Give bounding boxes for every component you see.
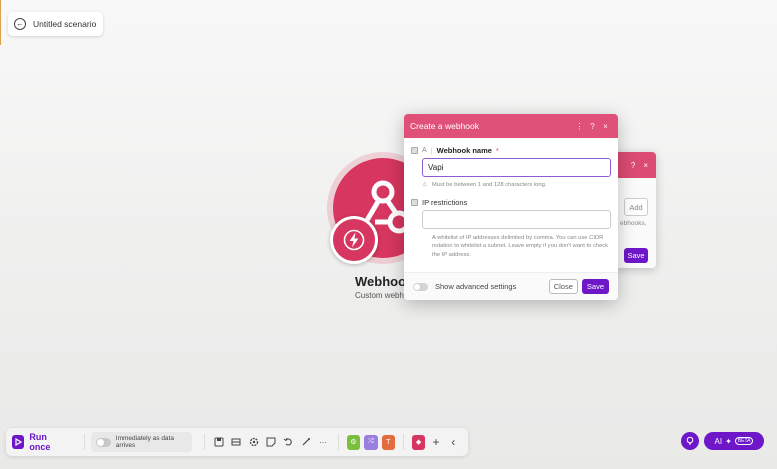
webhook-name-label-row: A | Webhook name * — [411, 146, 499, 155]
scenario-title[interactable]: Untitled scenario — [33, 19, 96, 29]
router-tool[interactable]: ⤮ — [364, 434, 378, 450]
required-mark: * — [495, 146, 499, 155]
advanced-settings-toggle[interactable] — [413, 282, 428, 291]
advanced-settings-label: Show advanced settings — [435, 282, 517, 291]
templates-icon[interactable] — [229, 434, 243, 450]
toolbar-divider — [337, 434, 339, 450]
undo-icon[interactable] — [281, 434, 295, 450]
close-icon[interactable]: × — [599, 122, 612, 131]
webhook-name-hint: Must be between 1 and 128 characters lon… — [432, 182, 547, 188]
canvas-edge-marker — [0, 0, 1, 45]
save-button[interactable]: Save — [581, 279, 609, 294]
webhook-name-input[interactable]: Vapi — [422, 158, 611, 177]
text-tool[interactable]: T — [381, 434, 395, 450]
save-icon[interactable] — [212, 434, 226, 450]
bottom-toolbar: Run once Immediately as data arrives ···… — [6, 428, 468, 456]
play-icon — [12, 435, 25, 449]
toolbar-divider — [402, 434, 404, 450]
dialog-header: Create a webhook ⋮ ? × — [404, 114, 618, 138]
sparkle-icon: ✦ — [725, 436, 732, 446]
background-save-button[interactable]: Save — [624, 248, 648, 263]
notes-icon[interactable] — [264, 434, 278, 450]
run-once-button[interactable]: Run once — [12, 432, 66, 452]
ip-restrictions-label-row: IP restrictions — [411, 198, 467, 207]
add-button[interactable]: Add — [624, 198, 648, 216]
webhook-name-value: Vapi — [428, 163, 444, 172]
instant-trigger-badge — [330, 216, 378, 264]
ip-restrictions-hint: A whitelist of IP addresses delimited by… — [432, 235, 609, 258]
collapse-toolbar-icon[interactable]: ‹ — [446, 434, 460, 450]
ip-restrictions-label: IP restrictions — [422, 198, 468, 207]
lightbulb-button[interactable] — [681, 432, 699, 450]
close-icon[interactable]: × — [643, 161, 648, 170]
more-options-icon[interactable]: ⋮ — [573, 122, 586, 131]
settings-icon[interactable] — [247, 434, 261, 450]
module-subtitle: Custom webh — [355, 291, 404, 300]
more-icon[interactable]: ··· — [316, 434, 330, 450]
ai-assistant-button[interactable]: AI ✦ BETA — [704, 432, 764, 450]
ip-restrictions-input[interactable] — [422, 210, 611, 229]
dialog-title: Create a webhook — [410, 121, 479, 131]
create-webhook-dialog: Create a webhook ⋮ ? × A | Webhook name … — [404, 114, 618, 300]
text-type-icon: A — [422, 147, 427, 154]
type-separator: | — [430, 146, 433, 155]
help-icon[interactable]: ? — [631, 161, 635, 170]
schedule-control[interactable]: Immediately as data arrives — [90, 432, 192, 452]
lightbulb-icon — [686, 436, 694, 445]
toolbar-divider — [203, 434, 205, 450]
warning-icon: ⚠ — [422, 182, 428, 188]
lightning-icon — [343, 229, 365, 251]
flow-control-tool[interactable]: ⚙ — [346, 434, 361, 450]
schedule-label: Immediately as data arrives — [115, 435, 174, 449]
run-once-label: Run once — [29, 432, 51, 452]
field-mapping-checkbox[interactable] — [411, 199, 418, 206]
field-mapping-checkbox[interactable] — [411, 147, 418, 154]
arrow-left-circle-icon[interactable]: ← — [14, 18, 26, 30]
help-icon[interactable]: ? — [586, 122, 599, 131]
schedule-toggle[interactable] — [95, 437, 111, 447]
module-title: Webhoo — [355, 274, 407, 289]
add-module-icon[interactable]: + — [429, 434, 443, 450]
background-dialog-text: ebhooks, — [620, 220, 647, 227]
close-button[interactable]: Close — [548, 279, 578, 294]
dialog-footer: Show advanced settings Close Save — [404, 272, 618, 300]
beta-badge: BETA — [734, 437, 754, 445]
toolbar-divider — [83, 434, 85, 450]
scenario-title-bar[interactable]: ← Untitled scenario — [8, 12, 103, 36]
webhook-name-label: Webhook name — [436, 146, 492, 155]
auto-align-icon[interactable] — [299, 434, 313, 450]
app-tool[interactable]: ◆ — [411, 434, 426, 450]
ai-label: AI — [714, 436, 723, 446]
